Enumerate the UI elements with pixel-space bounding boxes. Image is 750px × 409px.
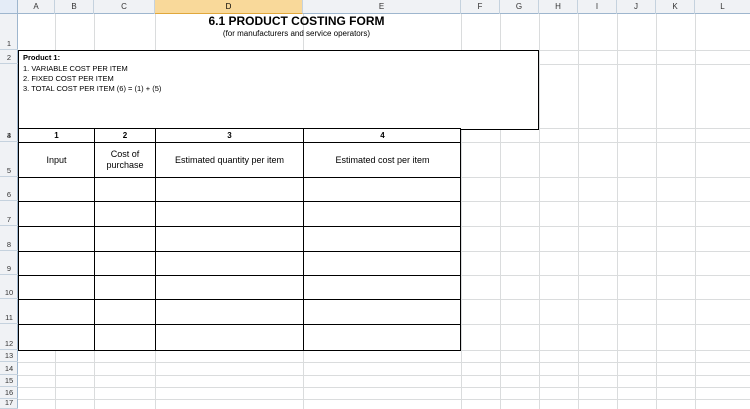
table-cell[interactable] bbox=[94, 275, 155, 299]
column-header-e[interactable]: E bbox=[303, 0, 461, 14]
table-border bbox=[18, 350, 461, 351]
row-header[interactable]: 15 bbox=[0, 375, 18, 387]
row-header[interactable]: 4 bbox=[0, 128, 18, 142]
table-cell[interactable] bbox=[94, 226, 155, 251]
table-header-input[interactable]: Input bbox=[18, 142, 94, 177]
product-summary-box[interactable]: Product 1: 1. VARIABLE COST PER ITEM 2. … bbox=[18, 50, 539, 130]
row-header[interactable]: 12 bbox=[0, 324, 18, 350]
table-header-estimated-cost[interactable]: Estimated cost per item bbox=[303, 142, 461, 177]
table-cell[interactable] bbox=[303, 251, 461, 275]
gridline bbox=[18, 399, 750, 400]
table-cell[interactable] bbox=[18, 201, 94, 226]
table-cell[interactable] bbox=[18, 251, 94, 275]
row-header[interactable]: 1 bbox=[0, 14, 18, 50]
product-label: Product 1: bbox=[23, 53, 61, 62]
form-subtitle: (for manufacturers and service operators… bbox=[222, 29, 371, 38]
column-header-h[interactable]: H bbox=[539, 0, 578, 14]
column-header-l[interactable]: L bbox=[695, 0, 750, 14]
table-cell[interactable] bbox=[303, 324, 461, 351]
table-cell[interactable] bbox=[303, 201, 461, 226]
row-header[interactable]: 7 bbox=[0, 201, 18, 226]
row-header[interactable]: 9 bbox=[0, 251, 18, 275]
table-cell[interactable] bbox=[18, 226, 94, 251]
table-cell[interactable] bbox=[18, 275, 94, 299]
table-cell[interactable] bbox=[303, 275, 461, 299]
select-all-corner[interactable] bbox=[0, 0, 18, 14]
column-header-d[interactable]: D bbox=[155, 0, 303, 14]
table-cell[interactable] bbox=[155, 275, 303, 299]
column-header-i[interactable]: I bbox=[578, 0, 617, 14]
table-cell[interactable] bbox=[303, 226, 461, 251]
table-border bbox=[460, 128, 461, 351]
column-header-j[interactable]: J bbox=[617, 0, 656, 14]
table-cell[interactable] bbox=[18, 299, 94, 324]
table-cell[interactable] bbox=[18, 324, 94, 351]
table-cell[interactable] bbox=[94, 177, 155, 201]
column-number[interactable]: 2 bbox=[94, 128, 155, 142]
form-title: 6.1 PRODUCT COSTING FORM bbox=[208, 14, 385, 28]
table-cell[interactable] bbox=[155, 201, 303, 226]
table-cell[interactable] bbox=[155, 324, 303, 351]
column-number[interactable]: 1 bbox=[18, 128, 94, 142]
column-header-bar: A B C D E F G H I J K L bbox=[18, 0, 750, 14]
row-header[interactable]: 8 bbox=[0, 226, 18, 251]
table-cell[interactable] bbox=[155, 226, 303, 251]
product-item-fixed-cost: 2. FIXED COST PER ITEM bbox=[23, 74, 114, 83]
row-header[interactable]: 11 bbox=[0, 299, 18, 324]
column-header-b[interactable]: B bbox=[55, 0, 94, 14]
table-cell[interactable] bbox=[155, 177, 303, 201]
table-cell[interactable] bbox=[303, 299, 461, 324]
column-number[interactable]: 3 bbox=[155, 128, 303, 142]
table-cell[interactable] bbox=[155, 299, 303, 324]
row-header[interactable]: 17 bbox=[0, 398, 18, 409]
row-header[interactable]: 5 bbox=[0, 142, 18, 177]
product-item-total-cost: 3. TOTAL COST PER ITEM (6) = (1) + (5) bbox=[23, 84, 162, 93]
table-header-cost-of-purchase[interactable]: Cost of purchase bbox=[94, 142, 155, 177]
row-header[interactable]: 6 bbox=[0, 177, 18, 201]
table-cell[interactable] bbox=[18, 177, 94, 201]
column-header-f[interactable]: F bbox=[461, 0, 500, 14]
table-cell[interactable] bbox=[94, 324, 155, 351]
product-item-variable-cost: 1. VARIABLE COST PER ITEM bbox=[23, 64, 128, 73]
column-header-k[interactable]: K bbox=[656, 0, 695, 14]
row-header[interactable]: 14 bbox=[0, 362, 18, 375]
column-header-g[interactable]: G bbox=[500, 0, 539, 14]
row-header[interactable]: 10 bbox=[0, 275, 18, 299]
column-header-c[interactable]: C bbox=[94, 0, 155, 14]
column-number[interactable]: 4 bbox=[303, 128, 461, 142]
table-cell[interactable] bbox=[155, 251, 303, 275]
row-header-bar: 1 2 3 4 5 6 7 8 9 10 11 12 13 14 15 16 1… bbox=[0, 14, 18, 409]
gridline bbox=[18, 387, 750, 388]
row-header[interactable]: 2 bbox=[0, 50, 18, 64]
gridline bbox=[18, 375, 750, 376]
table-header-estimated-quantity[interactable]: Estimated quantity per item bbox=[155, 142, 303, 177]
table-cell[interactable] bbox=[94, 251, 155, 275]
row-header[interactable]: 13 bbox=[0, 350, 18, 362]
costing-table: 1 2 3 4 Input Cost of purchase Estimated… bbox=[18, 128, 461, 351]
gridline bbox=[18, 362, 750, 363]
table-cell[interactable] bbox=[94, 201, 155, 226]
table-cell[interactable] bbox=[94, 299, 155, 324]
column-header-a[interactable]: A bbox=[18, 0, 55, 14]
spreadsheet: A B C D E F G H I J K L 1 2 3 4 5 6 7 8 … bbox=[0, 0, 750, 409]
table-cell[interactable] bbox=[303, 177, 461, 201]
